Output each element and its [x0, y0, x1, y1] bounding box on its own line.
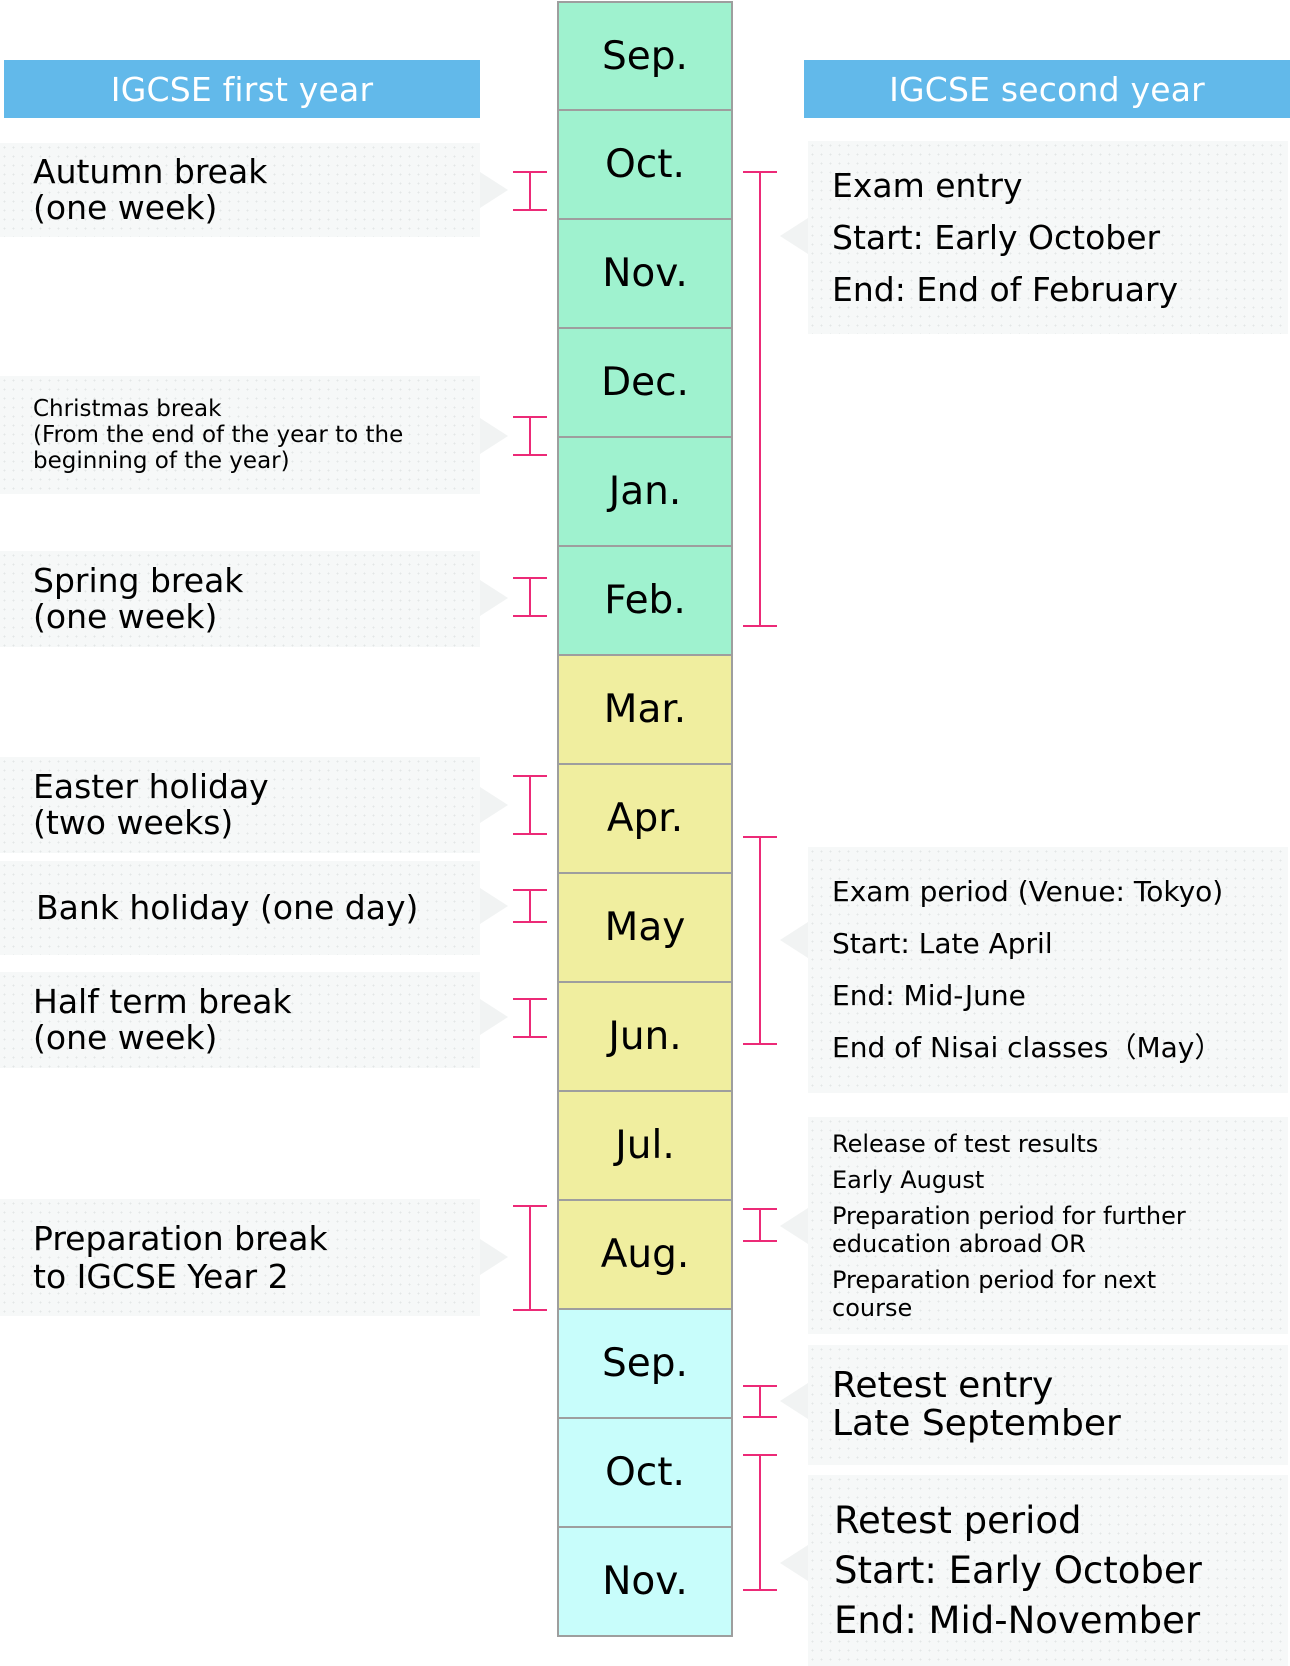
month-cell: Nov. [557, 1528, 733, 1637]
month-cell: Oct. [557, 1419, 733, 1528]
second-year-header: IGCSE second year [804, 60, 1290, 118]
event-text: Start: Late April [832, 927, 1053, 960]
event-retest-period: Retest period Start: Early October End: … [808, 1475, 1288, 1666]
event-text: Autumn break [33, 152, 268, 191]
span-bracket [513, 577, 547, 617]
month-cell: Nov. [557, 220, 733, 329]
event-text: End: End of February [832, 269, 1179, 309]
event-text: End of Nisai classes（May） [832, 1031, 1223, 1064]
month-cell: Oct. [557, 111, 733, 220]
callout-pointer [780, 1545, 808, 1581]
span-bracket [513, 998, 547, 1038]
callout-pointer [780, 218, 808, 254]
span-bracket [513, 889, 547, 923]
callout-pointer [480, 999, 508, 1035]
callout-pointer [480, 172, 508, 208]
span-bracket [513, 775, 547, 835]
event-text: Spring break [33, 561, 244, 600]
event-text: to IGCSE Year 2 [33, 1256, 289, 1296]
event-text: End: Mid-November [834, 1598, 1201, 1642]
callout-pointer [480, 418, 508, 454]
event-text: Early August [832, 1165, 985, 1194]
event-text: (one week) [33, 188, 218, 227]
callout-pointer [480, 580, 508, 616]
event-text: (two weeks) [33, 803, 234, 842]
month-cell: Sep. [557, 1310, 733, 1419]
event-text: Release of test results [832, 1129, 1099, 1158]
event-text: Exam entry [832, 165, 1023, 205]
month-cell: Feb. [557, 547, 733, 656]
callout-pointer [480, 888, 508, 924]
event-christmas-break: Christmas break (From the end of the yea… [0, 376, 480, 494]
event-text: Exam period (Venue: Tokyo) [832, 875, 1224, 908]
event-text: Preparation period for further [832, 1201, 1186, 1230]
event-text: Christmas break [33, 396, 222, 422]
event-text: Preparation break [33, 1218, 328, 1258]
callout-pointer [480, 787, 508, 823]
event-half-term-break: Half term break (one week) [0, 972, 480, 1068]
month-cell: Dec. [557, 329, 733, 438]
callout-pointer [780, 1383, 808, 1419]
event-text: Start: Early October [834, 1548, 1202, 1592]
month-cell: May [557, 874, 733, 983]
event-text: Preparation period for next [832, 1265, 1157, 1294]
month-cell: Jun. [557, 983, 733, 1092]
span-bracket [513, 416, 547, 456]
event-text: (one week) [33, 1018, 218, 1057]
event-exam-entry: Exam entry Start: Early October End: End… [808, 141, 1288, 334]
event-text: (From the end of the year to the [33, 422, 404, 448]
event-text: End: Mid-June [832, 979, 1026, 1012]
month-cell: Sep. [557, 1, 733, 111]
month-cell: Aug. [557, 1201, 733, 1310]
span-bracket [743, 1454, 777, 1591]
event-text: beginning of the year) [33, 448, 290, 474]
callout-pointer [780, 922, 808, 958]
event-text: Retest period [834, 1498, 1082, 1542]
event-text: course [832, 1293, 913, 1322]
callout-pointer [480, 1239, 508, 1275]
event-text: Start: Early October [832, 217, 1161, 257]
span-bracket [743, 1208, 777, 1242]
month-cell: Apr. [557, 765, 733, 874]
span-bracket [743, 171, 777, 627]
event-autumn-break: Autumn break (one week) [0, 143, 480, 237]
event-text: education abroad OR [832, 1229, 1086, 1258]
month-timeline: Sep. Oct. Nov. Dec. Jan. Feb. Mar. Apr. … [557, 1, 733, 1637]
event-bank-holiday: Bank holiday (one day) [0, 861, 480, 955]
event-easter-holiday: Easter holiday (two weeks) [0, 757, 480, 853]
event-text: Half term break [33, 982, 292, 1021]
span-bracket [513, 171, 547, 211]
event-exam-period: Exam period (Venue: Tokyo) Start: Late A… [808, 847, 1288, 1093]
month-cell: Jul. [557, 1092, 733, 1201]
event-release-of-results: Release of test results Early August Pre… [808, 1117, 1288, 1334]
event-spring-break: Spring break (one week) [0, 551, 480, 647]
event-text: Late September [832, 1403, 1121, 1444]
first-year-header: IGCSE first year [4, 60, 480, 118]
month-cell: Jan. [557, 438, 733, 547]
event-text: Retest entry [832, 1365, 1054, 1406]
event-text: Easter holiday [33, 767, 269, 806]
span-bracket [743, 1385, 777, 1418]
event-text: Bank holiday (one day) [36, 888, 419, 927]
event-text: (one week) [33, 597, 218, 636]
month-cell: Mar. [557, 656, 733, 765]
span-bracket [743, 836, 777, 1045]
event-retest-entry: Retest entry Late September [808, 1345, 1288, 1465]
callout-pointer [780, 1208, 808, 1244]
event-preparation-break: Preparation break to IGCSE Year 2 [0, 1199, 480, 1316]
span-bracket [513, 1205, 547, 1311]
